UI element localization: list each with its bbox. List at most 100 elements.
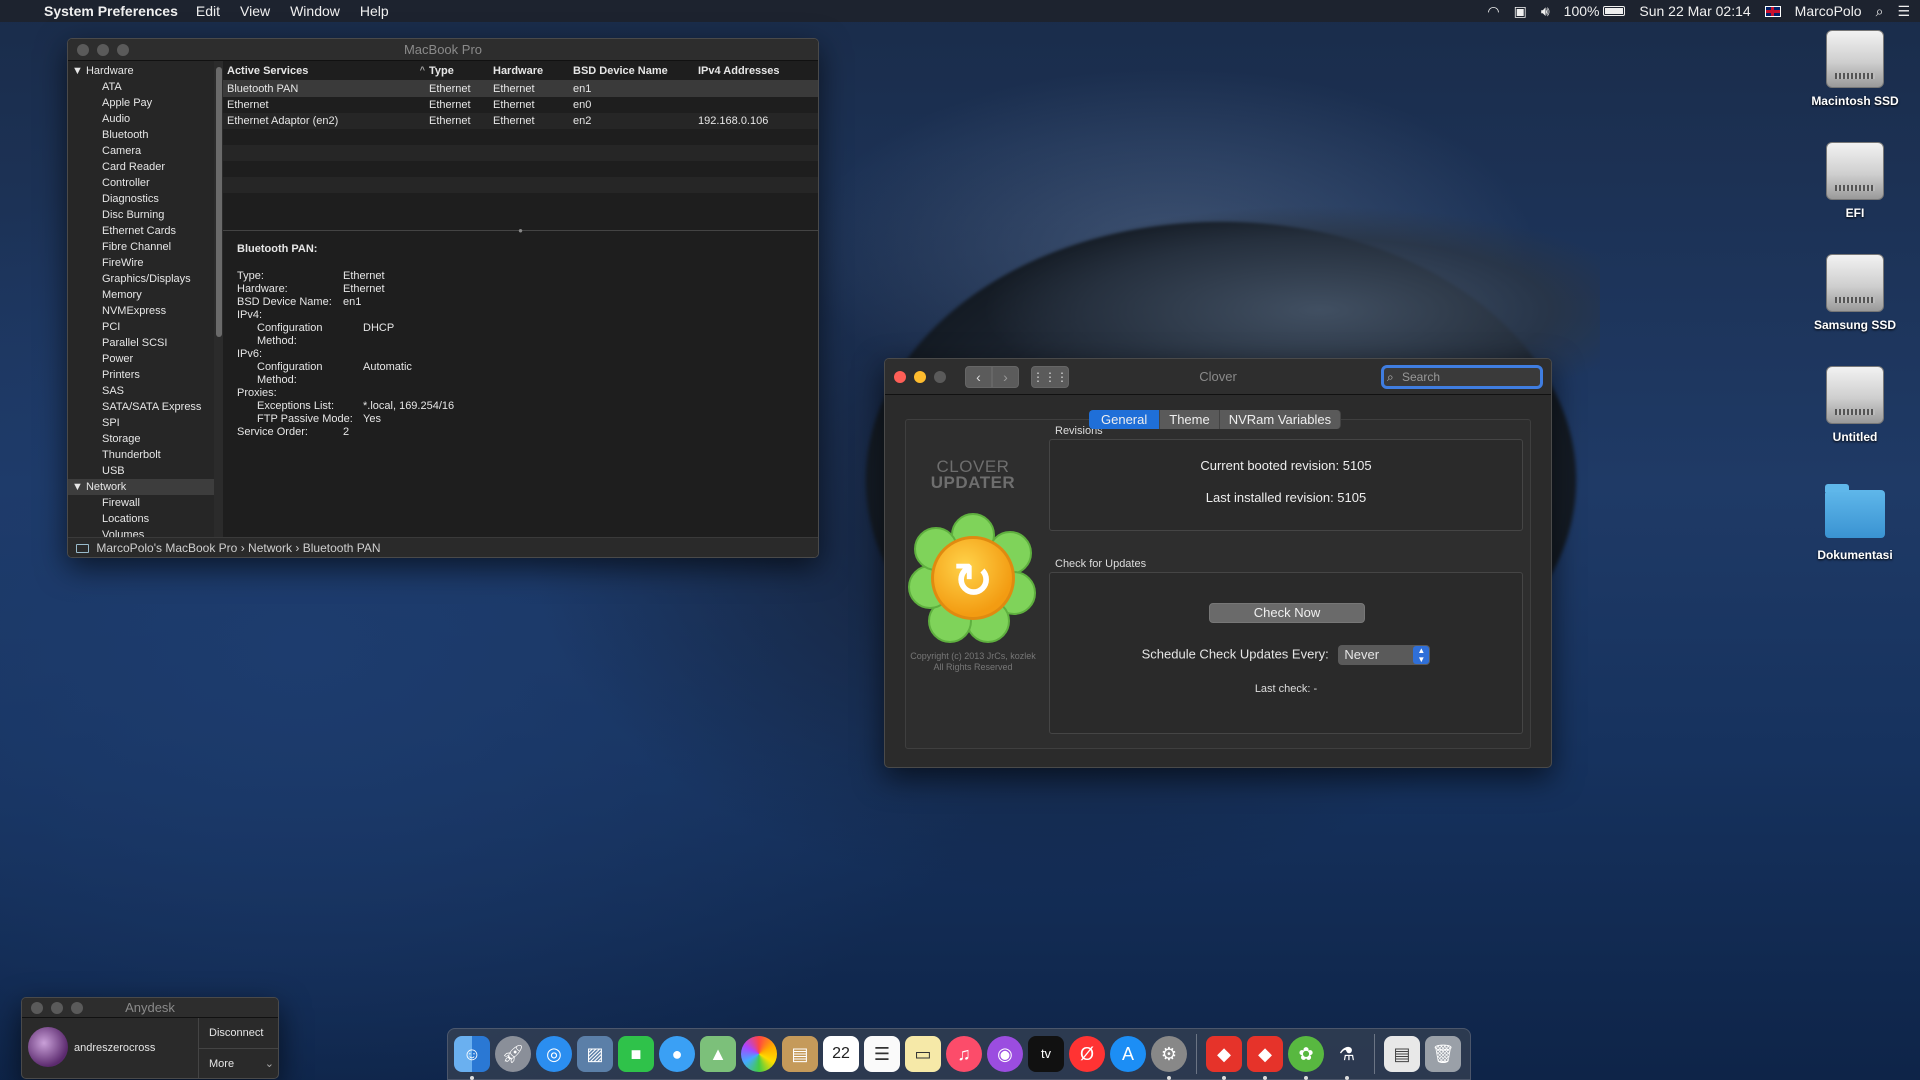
desktop-icon-dokumentasi[interactable]: Dokumentasi bbox=[1795, 484, 1915, 562]
system-preferences-icon[interactable]: ⚙ bbox=[1151, 1036, 1187, 1080]
sidebar-item-memory[interactable]: Memory bbox=[68, 287, 214, 303]
more-button[interactable]: More ⌄ bbox=[199, 1049, 278, 1078]
anydesk-icon[interactable]: ◆ bbox=[1206, 1036, 1242, 1080]
sidebar-item-parallel-scsi[interactable]: Parallel SCSI bbox=[68, 335, 214, 351]
sidebar-item-printers[interactable]: Printers bbox=[68, 367, 214, 383]
menu-view[interactable]: View bbox=[240, 3, 270, 19]
column-header-bsd-device-name[interactable]: BSD Device Name bbox=[573, 65, 698, 77]
clock[interactable]: Sun 22 Mar 02:14 bbox=[1639, 3, 1750, 19]
close-button[interactable] bbox=[894, 370, 906, 383]
preview-icon[interactable]: ▨ bbox=[577, 1036, 613, 1072]
close-button[interactable] bbox=[77, 43, 89, 56]
desktop-icon-untitled[interactable]: Untitled bbox=[1795, 366, 1915, 444]
window-titlebar[interactable]: Anydesk bbox=[22, 998, 278, 1018]
zoom-button[interactable] bbox=[117, 43, 129, 56]
spotlight-search-icon[interactable]: ⌕ bbox=[1876, 3, 1884, 20]
music-icon[interactable]: ♫ bbox=[946, 1036, 982, 1072]
sidebar-item-ethernet-cards[interactable]: Ethernet Cards bbox=[68, 223, 214, 239]
system-information-icon[interactable]: ⚗ bbox=[1329, 1036, 1365, 1080]
forward-button[interactable]: › bbox=[992, 366, 1019, 388]
sidebar-item-locations[interactable]: Locations bbox=[68, 511, 214, 527]
column-header-type[interactable]: Type bbox=[429, 65, 493, 77]
sidebar-item-sata[interactable]: SATA/SATA Express bbox=[68, 399, 214, 415]
split-view-handle[interactable]: ● bbox=[223, 227, 818, 235]
disconnect-button[interactable]: Disconnect bbox=[199, 1018, 278, 1049]
reminders-icon[interactable]: ☰ bbox=[864, 1036, 900, 1072]
calendar-icon[interactable]: 22 bbox=[823, 1036, 859, 1072]
menu-help[interactable]: Help bbox=[360, 3, 389, 19]
sidebar-item-volumes[interactable]: Volumes bbox=[68, 527, 214, 537]
minimize-button[interactable] bbox=[97, 43, 109, 56]
sidebar-group-hardware[interactable]: ▼ Hardware bbox=[68, 63, 214, 79]
minimize-button[interactable] bbox=[51, 1001, 63, 1014]
maps-icon[interactable]: ▲ bbox=[700, 1036, 736, 1072]
column-header-active-services[interactable]: Active Services ^ bbox=[223, 65, 429, 77]
breadcrumb-item[interactable]: Bluetooth PAN bbox=[303, 541, 381, 555]
user-menu[interactable]: MarcoPolo bbox=[1795, 3, 1862, 19]
sidebar-item-usb[interactable]: USB bbox=[68, 463, 214, 479]
sidebar-item-card-reader[interactable]: Card Reader bbox=[68, 159, 214, 175]
messages-icon[interactable]: ● bbox=[659, 1036, 695, 1072]
photos-icon[interactable] bbox=[741, 1036, 777, 1072]
schedule-select[interactable]: Never ▲ ▼ bbox=[1338, 645, 1431, 665]
finder-icon[interactable]: ☺ bbox=[454, 1036, 490, 1080]
sidebar-item-firewall[interactable]: Firewall bbox=[68, 495, 214, 511]
close-button[interactable] bbox=[31, 1001, 43, 1014]
trash-icon[interactable]: 🗑︎ bbox=[1425, 1036, 1461, 1072]
sidebar-scrollbar[interactable] bbox=[213, 61, 223, 537]
sidebar-item-controller[interactable]: Controller bbox=[68, 175, 214, 191]
sidebar-item-camera[interactable]: Camera bbox=[68, 143, 214, 159]
tab-nvram-variables[interactable]: NVRam Variables bbox=[1219, 410, 1342, 429]
volume-icon[interactable]: 🔊︎ bbox=[1541, 3, 1550, 20]
wifi-icon[interactable]: ◠ bbox=[1487, 3, 1499, 20]
news-icon[interactable]: Ø bbox=[1069, 1036, 1105, 1072]
facetime-icon[interactable]: ■ bbox=[618, 1036, 654, 1072]
notification-center-icon[interactable]: ☰ bbox=[1897, 3, 1910, 20]
sidebar-item-disc-burning[interactable]: Disc Burning bbox=[68, 207, 214, 223]
app-menu[interactable]: System Preferences bbox=[44, 3, 178, 19]
table-row[interactable]: Ethernet Adaptor (en2) Ethernet Ethernet… bbox=[223, 113, 818, 129]
search-input[interactable]: ⌕ Search bbox=[1381, 365, 1543, 389]
sidebar-group-network[interactable]: ▼ Network bbox=[68, 479, 214, 495]
column-header-ipv4-addresses[interactable]: IPv4 Addresses bbox=[698, 65, 818, 77]
battery-status[interactable]: 100% bbox=[1564, 3, 1626, 19]
desktop-icon-efi[interactable]: EFI bbox=[1795, 142, 1915, 220]
launchpad-icon[interactable]: 🚀︎ bbox=[495, 1036, 531, 1072]
sidebar-item-nvmexpress[interactable]: NVMExpress bbox=[68, 303, 214, 319]
safari-icon[interactable]: ◎ bbox=[536, 1036, 572, 1072]
input-source-flag-icon[interactable] bbox=[1764, 5, 1781, 17]
menu-edit[interactable]: Edit bbox=[196, 3, 220, 19]
breadcrumb-item[interactable]: Network bbox=[248, 541, 292, 555]
sidebar-item-apple-pay[interactable]: Apple Pay bbox=[68, 95, 214, 111]
desktop-icon-macintosh-ssd[interactable]: Macintosh SSD bbox=[1795, 30, 1915, 108]
apple-tv-icon[interactable]: tv bbox=[1028, 1036, 1064, 1072]
clover-icon[interactable]: ✿ bbox=[1288, 1036, 1324, 1080]
tab-general[interactable]: General bbox=[1089, 410, 1161, 429]
window-titlebar[interactable]: ‹ › ⋮⋮⋮ Clover ⌕ Search bbox=[885, 359, 1551, 395]
sidebar-item-thunderbolt[interactable]: Thunderbolt bbox=[68, 447, 214, 463]
podcasts-icon[interactable]: ◉ bbox=[987, 1036, 1023, 1072]
sidebar-item-diagnostics[interactable]: Diagnostics bbox=[68, 191, 214, 207]
check-now-button[interactable]: Check Now bbox=[1209, 603, 1365, 623]
table-row[interactable]: Bluetooth PAN Ethernet Ethernet en1 bbox=[223, 81, 818, 97]
sidebar-item-pci[interactable]: PCI bbox=[68, 319, 214, 335]
breadcrumb-item[interactable]: MarcoPolo's MacBook Pro bbox=[96, 541, 237, 555]
sidebar-item-audio[interactable]: Audio bbox=[68, 111, 214, 127]
window-titlebar[interactable]: MacBook Pro bbox=[68, 39, 818, 61]
sidebar-item-ata[interactable]: ATA bbox=[68, 79, 214, 95]
sidebar-item-power[interactable]: Power bbox=[68, 351, 214, 367]
menu-window[interactable]: Window bbox=[290, 3, 340, 19]
table-row[interactable]: Ethernet Ethernet Ethernet en0 bbox=[223, 97, 818, 113]
zoom-button[interactable] bbox=[71, 1001, 83, 1014]
display-icon[interactable]: ▣ bbox=[1514, 3, 1527, 20]
desktop-icon-samsung-ssd[interactable]: Samsung SSD bbox=[1795, 254, 1915, 332]
zoom-button[interactable] bbox=[934, 370, 946, 383]
sidebar-item-spi[interactable]: SPI bbox=[68, 415, 214, 431]
sidebar-item-sas[interactable]: SAS bbox=[68, 383, 214, 399]
documents-stack-icon[interactable]: ▤ bbox=[1384, 1036, 1420, 1072]
sidebar-item-fibre-channel[interactable]: Fibre Channel bbox=[68, 239, 214, 255]
sidebar-item-storage[interactable]: Storage bbox=[68, 431, 214, 447]
sidebar-item-graphics-displays[interactable]: Graphics/Displays bbox=[68, 271, 214, 287]
minimize-button[interactable] bbox=[914, 370, 926, 383]
scrollbar-thumb[interactable] bbox=[215, 67, 222, 337]
